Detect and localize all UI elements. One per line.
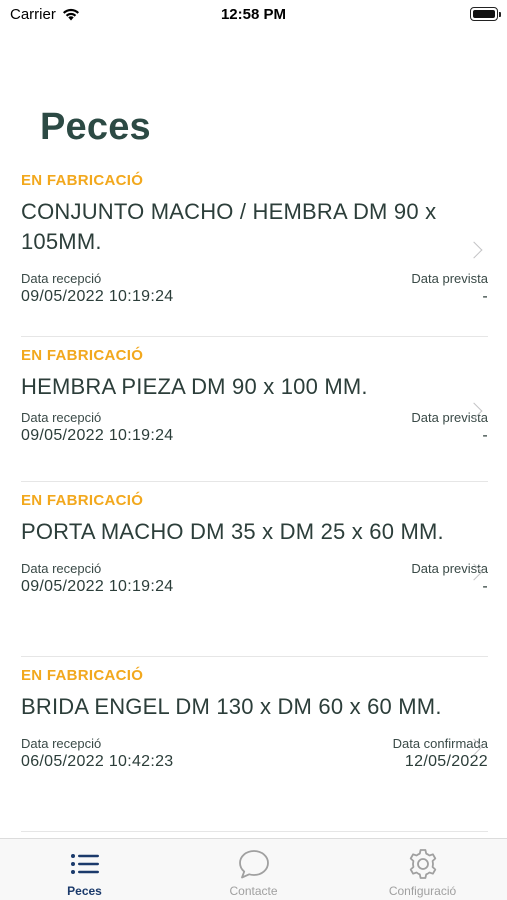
- status-bar: Carrier 12:58 PM: [0, 0, 507, 30]
- expected-date-value: -: [482, 427, 488, 444]
- meta-labels: Data recepció Data prevista: [21, 271, 488, 286]
- list-item[interactable]: EN FABRICACIÓ HEMBRA PIEZA DM 90 x 100 M…: [21, 337, 488, 482]
- clock: 12:58 PM: [220, 6, 287, 23]
- chat-bubble-icon: [238, 850, 269, 879]
- received-date-label: Data recepció: [21, 410, 102, 425]
- gear-icon: [409, 849, 436, 879]
- received-date-value: 06/05/2022 10:42:23: [21, 753, 174, 770]
- confirmed-date-value: 12/05/2022: [404, 753, 488, 770]
- page-title: Peces: [40, 106, 151, 148]
- tab-configuracio[interactable]: Configuració: [338, 839, 507, 900]
- status-badge: EN FABRICACIÓ: [21, 347, 144, 364]
- tab-peces[interactable]: Peces: [0, 839, 169, 900]
- status-badge: EN FABRICACIÓ: [21, 492, 144, 509]
- parts-list: EN FABRICACIÓ CONJUNTO MACHO / HEMBRA DM…: [0, 162, 507, 832]
- meta-labels: Data recepció Data prevista: [21, 410, 488, 425]
- status-badge: EN FABRICACIÓ: [21, 667, 144, 684]
- list-item[interactable]: EN FABRICACIÓ CONJUNTO MACHO / HEMBRA DM…: [21, 162, 488, 337]
- tab-contacte[interactable]: Contacte: [169, 839, 338, 900]
- list-item[interactable]: EN FABRICACIÓ BRIDA ENGEL DM 130 x DM 60…: [21, 657, 488, 832]
- meta-values: 09/05/2022 10:19:24 -: [21, 578, 488, 596]
- list-item[interactable]: EN FABRICACIÓ PORTA MACHO DM 35 x DM 25 …: [21, 482, 488, 657]
- meta-values: 09/05/2022 10:19:24 -: [21, 427, 488, 445]
- item-name: BRIDA ENGEL DM 130 x DM 60 x 60 MM.: [21, 694, 442, 719]
- list-icon: [70, 854, 99, 874]
- item-name: CONJUNTO MACHO / HEMBRA DM 90 x 105MM.: [21, 199, 437, 254]
- meta-values: 06/05/2022 10:42:23 12/05/2022: [21, 753, 488, 771]
- meta-labels: Data recepció Data prevista: [21, 561, 488, 576]
- meta-labels: Data recepció Data confirmada: [21, 736, 488, 751]
- received-date-value: 09/05/2022 10:19:24: [21, 288, 174, 305]
- meta-values: 09/05/2022 10:19:24 -: [21, 288, 488, 306]
- item-name: HEMBRA PIEZA DM 90 x 100 MM.: [21, 374, 368, 399]
- tab-bar: Peces Contacte Configuració: [0, 838, 507, 900]
- status-badge: EN FABRICACIÓ: [21, 172, 144, 189]
- received-date-value: 09/05/2022 10:19:24: [21, 578, 174, 595]
- tab-label: Configuració: [388, 884, 457, 898]
- tab-label: Peces: [67, 884, 102, 898]
- expected-date-value: -: [482, 578, 488, 595]
- expected-date-value: -: [482, 288, 488, 305]
- battery-icon: [470, 7, 501, 21]
- received-date-label: Data recepció: [21, 271, 102, 286]
- tab-label: Contacte: [229, 884, 278, 898]
- received-date-label: Data recepció: [21, 561, 102, 576]
- item-name: PORTA MACHO DM 35 x DM 25 x 60 MM.: [21, 519, 444, 544]
- received-date-label: Data recepció: [21, 736, 102, 751]
- expected-date-label: Data prevista: [411, 271, 488, 286]
- chevron-right-icon: [465, 241, 483, 259]
- received-date-value: 09/05/2022 10:19:24: [21, 427, 174, 444]
